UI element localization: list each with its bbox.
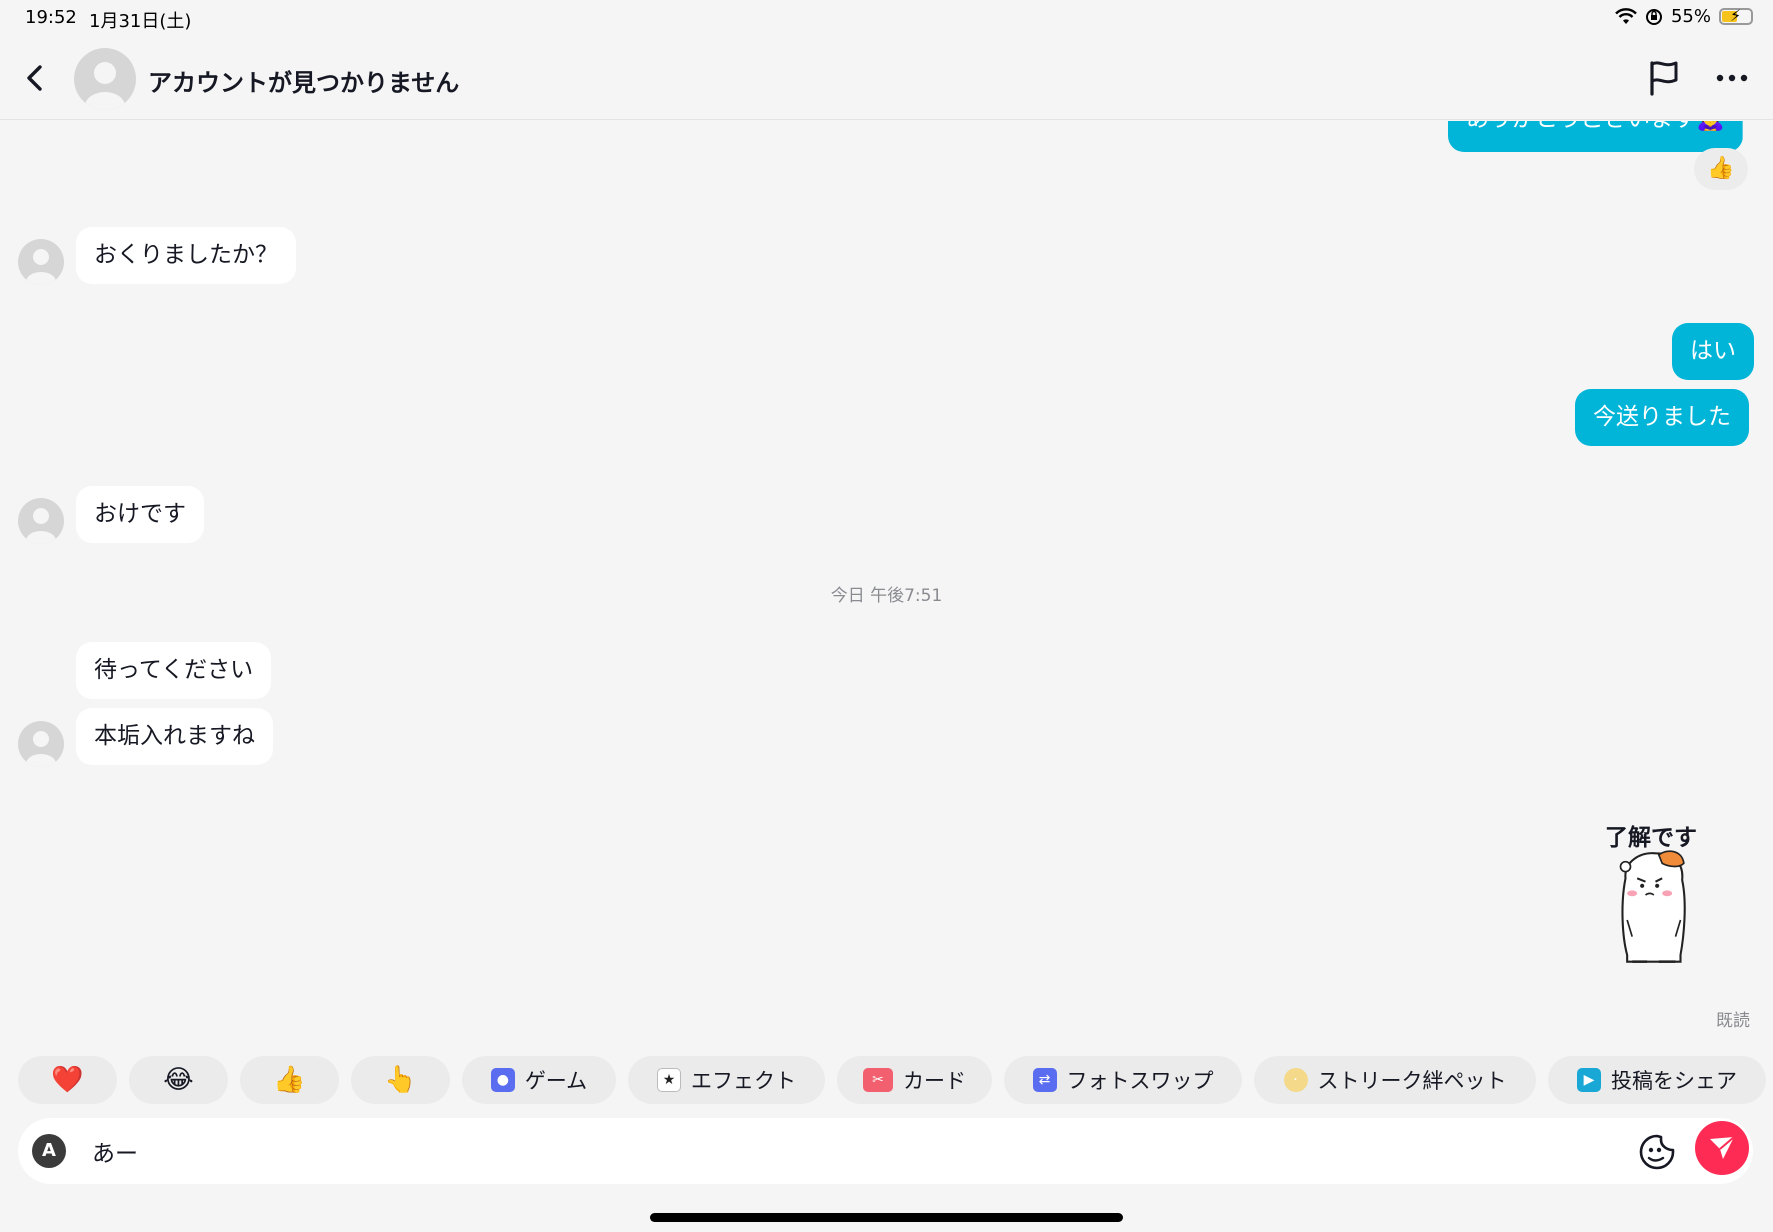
incoming-message[interactable]: 本垢入れますね	[76, 708, 273, 765]
message-reaction[interactable]: 👍	[1694, 148, 1748, 190]
card-button[interactable]: ✂ カード	[837, 1056, 992, 1104]
streak-pet-label: ストリーク絆ペット	[1317, 1069, 1507, 1093]
chat-header: アカウントが見つかりません	[0, 36, 1773, 120]
quick-emoji-laugh[interactable]: 😂	[129, 1056, 228, 1104]
sender-avatar[interactable]	[18, 239, 64, 285]
faceswap-button[interactable]: ⇄ フォトスワップ	[1004, 1056, 1242, 1104]
effect-button[interactable]: ★ エフェクト	[628, 1056, 825, 1104]
read-receipt: 既読	[1716, 1011, 1750, 1031]
default-avatar-icon	[85, 62, 125, 110]
effect-icon: ★	[657, 1068, 681, 1092]
orientation-lock-icon	[1645, 8, 1662, 25]
quick-emoji-thumbs-up[interactable]: 👍	[240, 1056, 339, 1104]
keyboard-mode-icon[interactable]: A	[32, 1134, 66, 1168]
sticker-emoji-button[interactable]	[1637, 1132, 1677, 1172]
sender-avatar[interactable]	[18, 721, 64, 767]
back-button[interactable]	[18, 60, 54, 96]
message-timestamp: 今日 午後7:51	[830, 586, 943, 606]
contact-avatar[interactable]	[74, 48, 136, 110]
wifi-icon	[1615, 7, 1637, 24]
default-avatar-icon	[26, 508, 56, 544]
status-bar: 19:52 1月31日(土) 55% ⚡	[0, 0, 1773, 36]
status-time: 19:52	[25, 7, 77, 28]
home-indicator[interactable]	[650, 1213, 1123, 1222]
quick-emoji-heart[interactable]: ❤️	[18, 1056, 117, 1104]
battery-icon: ⚡	[1719, 6, 1753, 25]
sender-avatar[interactable]	[18, 498, 64, 544]
message-input[interactable]	[92, 1138, 1592, 1164]
share-post-label: 投稿をシェア	[1611, 1069, 1737, 1093]
status-date: 1月31日(土)	[89, 11, 192, 32]
game-button[interactable]: ● ゲーム	[462, 1056, 616, 1104]
contact-name[interactable]: アカウントが見つかりません	[148, 63, 459, 98]
charging-bolt-icon: ⚡	[1730, 6, 1742, 25]
effect-label: エフェクト	[691, 1069, 796, 1093]
battery-percent: 55%	[1670, 6, 1711, 27]
incoming-message[interactable]: 待ってください	[76, 642, 272, 699]
card-gift-icon: ✂	[863, 1068, 893, 1092]
card-label: カード	[903, 1069, 966, 1093]
share-post-button[interactable]: ▶ 投稿をシェア	[1548, 1056, 1766, 1104]
pet-egg-icon: ·	[1283, 1068, 1308, 1092]
outgoing-message[interactable]: 今送りました	[1575, 389, 1749, 446]
incoming-message[interactable]: おくりましたか？	[76, 227, 296, 284]
message-input-bar: A	[18, 1118, 1753, 1184]
status-right: 55% ⚡	[1615, 6, 1753, 27]
play-icon: ▶	[1577, 1068, 1601, 1092]
hamster-sticker[interactable]	[1598, 845, 1708, 995]
send-arrow-icon	[1710, 1136, 1735, 1159]
incoming-message[interactable]: おけです	[76, 486, 204, 543]
default-avatar-icon	[26, 731, 56, 767]
quick-emoji-point-up[interactable]: 👆	[351, 1056, 450, 1104]
more-options-button[interactable]	[1712, 58, 1752, 98]
default-avatar-icon	[26, 249, 56, 285]
outgoing-message[interactable]: はい	[1672, 323, 1754, 380]
quick-actions-bar: ❤️ 😂 👍 👆 ● ゲーム ★ エフェクト ✂ カード ⇄ フォトスワップ ·…	[18, 1056, 1766, 1104]
game-controller-icon: ●	[490, 1068, 515, 1092]
report-flag-button[interactable]	[1646, 58, 1682, 98]
game-label: ゲーム	[524, 1069, 588, 1093]
send-button[interactable]	[1695, 1121, 1749, 1175]
faceswap-label: フォトスワップ	[1066, 1069, 1214, 1093]
photo-swap-icon: ⇄	[1032, 1068, 1057, 1092]
streak-pet-button[interactable]: · ストリーク絆ペット	[1254, 1056, 1536, 1104]
